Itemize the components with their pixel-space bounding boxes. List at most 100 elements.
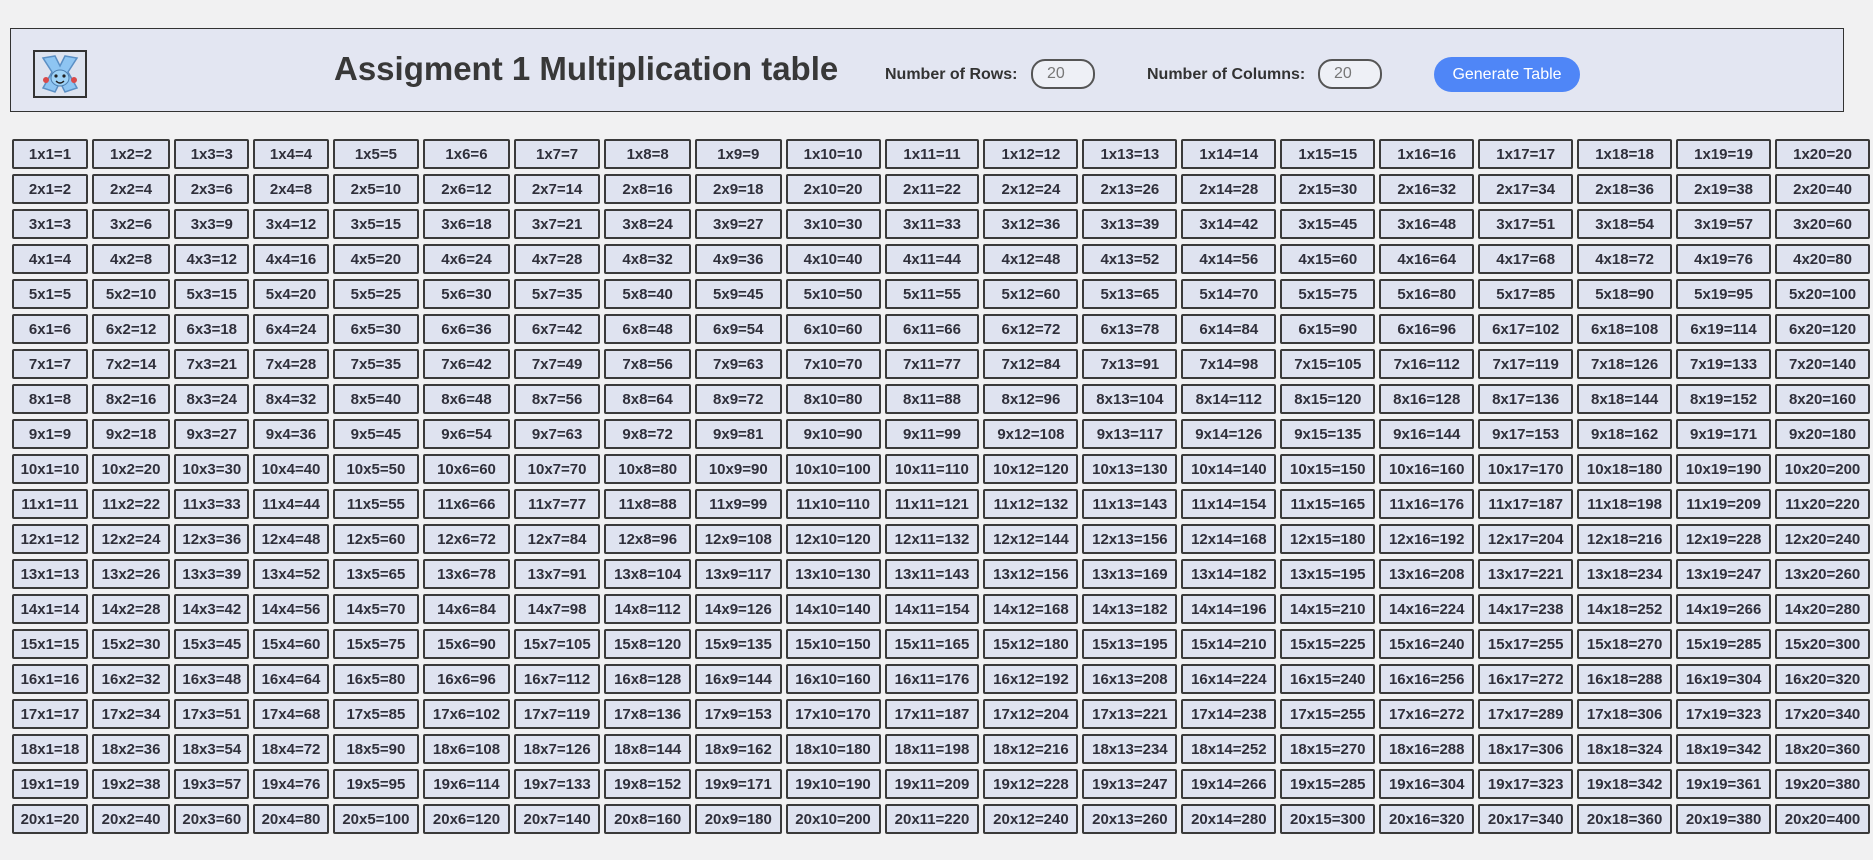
table-cell: 5x8=40 <box>604 279 691 309</box>
table-cell: 9x14=126 <box>1181 419 1277 449</box>
table-cell: 6x12=72 <box>983 314 1079 344</box>
table-cell: 16x18=288 <box>1577 664 1673 694</box>
table-cell: 17x13=221 <box>1082 699 1178 729</box>
table-cell: 7x13=91 <box>1082 349 1178 379</box>
table-cell: 14x20=280 <box>1775 594 1870 624</box>
table-cell: 18x16=288 <box>1379 734 1475 764</box>
table-cell: 16x5=80 <box>332 664 420 694</box>
table-cell: 7x12=84 <box>983 349 1079 379</box>
table-cell: 8x3=24 <box>174 384 250 414</box>
table-cell: 9x6=54 <box>423 419 510 449</box>
table-cell: 14x6=84 <box>423 594 510 624</box>
table-cell: 4x11=44 <box>884 244 980 274</box>
table-cell: 9x3=27 <box>174 419 250 449</box>
rows-input[interactable] <box>1031 59 1095 89</box>
columns-input[interactable] <box>1318 59 1382 89</box>
table-cell: 11x19=209 <box>1676 489 1772 519</box>
table-cell: 8x12=96 <box>983 384 1079 414</box>
table-cell: 15x5=75 <box>332 629 420 659</box>
table-cell: 20x12=240 <box>983 804 1079 834</box>
table-cell: 16x1=16 <box>12 664 88 694</box>
table-cell: 6x15=90 <box>1280 314 1376 344</box>
table-cell: 13x5=65 <box>332 559 420 589</box>
table-cell: 18x3=54 <box>174 734 250 764</box>
table-cell: 15x12=180 <box>983 629 1079 659</box>
table-cell: 9x8=72 <box>604 419 691 449</box>
table-cell: 6x14=84 <box>1181 314 1277 344</box>
table-cell: 9x18=162 <box>1577 419 1673 449</box>
table-cell: 17x8=136 <box>604 699 691 729</box>
table-cell: 6x9=54 <box>694 314 782 344</box>
table-cell: 13x20=260 <box>1775 559 1870 589</box>
table-cell: 20x4=80 <box>253 804 329 834</box>
table-cell: 13x3=39 <box>174 559 250 589</box>
generate-table-button[interactable]: Generate Table <box>1434 57 1580 92</box>
table-cell: 5x18=90 <box>1577 279 1673 309</box>
table-cell: 8x5=40 <box>332 384 420 414</box>
table-cell: 7x11=77 <box>884 349 980 379</box>
table-cell: 16x2=32 <box>91 664 171 694</box>
table-cell: 10x20=200 <box>1775 454 1870 484</box>
table-cell: 2x12=24 <box>983 174 1079 204</box>
table-cell: 17x16=272 <box>1379 699 1475 729</box>
table-cell: 20x1=20 <box>12 804 88 834</box>
table-cell: 10x5=50 <box>332 454 420 484</box>
table-cell: 8x14=112 <box>1181 384 1277 414</box>
table-cell: 20x20=400 <box>1775 804 1870 834</box>
table-cell: 12x5=60 <box>332 524 420 554</box>
table-cell: 11x8=88 <box>604 489 691 519</box>
table-cell: 19x18=342 <box>1577 769 1673 799</box>
table-cell: 2x1=2 <box>12 174 88 204</box>
table-cell: 1x9=9 <box>694 139 782 169</box>
table-cell: 11x14=154 <box>1181 489 1277 519</box>
table-cell: 17x12=204 <box>983 699 1079 729</box>
table-cell: 7x17=119 <box>1478 349 1574 379</box>
table-cell: 19x3=57 <box>174 769 250 799</box>
table-cell: 14x8=112 <box>604 594 691 624</box>
table-cell: 7x4=28 <box>253 349 329 379</box>
table-cell: 14x18=252 <box>1577 594 1673 624</box>
table-cell: 5x20=100 <box>1775 279 1870 309</box>
table-cell: 3x1=3 <box>12 209 88 239</box>
table-cell: 1x11=11 <box>884 139 980 169</box>
table-cell: 10x16=160 <box>1379 454 1475 484</box>
table-cell: 18x1=18 <box>12 734 88 764</box>
table-cell: 5x3=15 <box>174 279 250 309</box>
table-cell: 3x17=51 <box>1478 209 1574 239</box>
table-cell: 5x14=70 <box>1181 279 1277 309</box>
table-cell: 5x11=55 <box>884 279 980 309</box>
table-cell: 6x17=102 <box>1478 314 1574 344</box>
table-cell: 8x15=120 <box>1280 384 1376 414</box>
table-cell: 8x17=136 <box>1478 384 1574 414</box>
table-cell: 10x11=110 <box>884 454 980 484</box>
table-cell: 16x17=272 <box>1478 664 1574 694</box>
table-cell: 19x6=114 <box>423 769 510 799</box>
table-cell: 8x6=48 <box>423 384 510 414</box>
table-cell: 19x8=152 <box>604 769 691 799</box>
table-cell: 7x14=98 <box>1181 349 1277 379</box>
table-cell: 3x4=12 <box>253 209 329 239</box>
table-cell: 13x11=143 <box>884 559 980 589</box>
table-cell: 15x15=225 <box>1280 629 1376 659</box>
table-cell: 15x6=90 <box>423 629 510 659</box>
table-cell: 20x14=280 <box>1181 804 1277 834</box>
table-cell: 14x11=154 <box>884 594 980 624</box>
table-cell: 2x15=30 <box>1280 174 1376 204</box>
table-cell: 10x2=20 <box>91 454 171 484</box>
table-cell: 19x12=228 <box>983 769 1079 799</box>
table-cell: 1x14=14 <box>1181 139 1277 169</box>
table-cell: 6x5=30 <box>332 314 420 344</box>
table-cell: 13x7=91 <box>513 559 601 589</box>
table-cell: 3x3=9 <box>174 209 250 239</box>
table-cell: 17x10=170 <box>785 699 881 729</box>
table-cell: 15x7=105 <box>513 629 601 659</box>
table-cell: 7x8=56 <box>604 349 691 379</box>
table-cell: 2x7=14 <box>513 174 601 204</box>
table-cell: 16x20=320 <box>1775 664 1870 694</box>
table-cell: 14x5=70 <box>332 594 420 624</box>
table-cell: 17x11=187 <box>884 699 980 729</box>
table-cell: 11x17=187 <box>1478 489 1574 519</box>
table-cell: 9x17=153 <box>1478 419 1574 449</box>
table-cell: 19x9=171 <box>694 769 782 799</box>
table-cell: 7x1=7 <box>12 349 88 379</box>
